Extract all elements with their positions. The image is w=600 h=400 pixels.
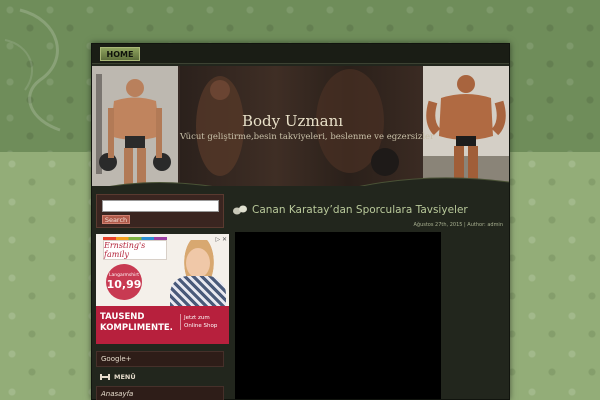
post-meta: Ağustos 27th, 2015 | Author: admin	[413, 222, 503, 228]
bodybuilder-figure-left	[92, 66, 178, 186]
ad-model-shirt	[170, 276, 226, 306]
sidebar-item-anasayfa[interactable]: Anasayfa	[96, 386, 224, 400]
main-content: Canan Karatay’dan Sporculara Tavsiyeler …	[232, 194, 507, 399]
post-title[interactable]: Canan Karatay’dan Sporculara Tavsiyeler	[252, 204, 468, 216]
ad-price-value: 10,99	[106, 278, 142, 291]
post-bullet-icon	[233, 205, 247, 215]
page-frame: HOME Body Uzmanı Vücut geliştirme,besin …	[91, 43, 510, 400]
header-photo-left	[92, 66, 178, 186]
nav-home-link[interactable]: HOME	[100, 47, 140, 61]
ad-model-face	[186, 248, 210, 278]
top-navbar: HOME	[92, 44, 509, 64]
swirl-ornament	[4, 8, 61, 132]
ad-brand-logo: Ernsting's family	[103, 240, 167, 260]
post-title-row: Canan Karatay’dan Sporculara Tavsiyeler	[232, 202, 507, 218]
header-photo-right	[423, 66, 509, 186]
ad-footer-strip: TAUSEND KOMPLIMENTE. Jetzt zum Online Sh…	[96, 306, 229, 344]
site-tagline: Vücut geliştirme,besin takviyeleri, besl…	[180, 132, 435, 142]
sidebar: Search Ernsting's family ▷ ✕ Langarmshir…	[96, 194, 229, 400]
sidebar-widget-googleplus[interactable]: Google+	[96, 351, 224, 367]
dumbbell-icon	[100, 374, 110, 380]
search-input[interactable]	[102, 200, 219, 212]
search-button[interactable]: Search	[102, 215, 130, 224]
search-widget: Search	[96, 194, 224, 228]
site-title[interactable]: Body Uzmanı	[242, 112, 343, 130]
header-wave-divider	[109, 177, 509, 186]
menu-label: MENÜ	[114, 373, 136, 381]
ad-headline: TAUSEND KOMPLIMENTE.	[100, 312, 173, 333]
ad-cta[interactable]: Jetzt zum Online Shop	[180, 314, 226, 330]
post-video-embed[interactable]	[235, 232, 441, 399]
bodybuilder-figure-right	[423, 66, 509, 186]
site-header: Body Uzmanı Vücut geliştirme,besin takvi…	[92, 66, 509, 186]
ad-price-badge: Langarmshirt 10,99	[106, 264, 142, 300]
sidebar-menu-heading: MENÜ	[96, 370, 224, 384]
ad-banner[interactable]: Ernsting's family ▷ ✕ Langarmshirt 10,99…	[96, 234, 229, 344]
